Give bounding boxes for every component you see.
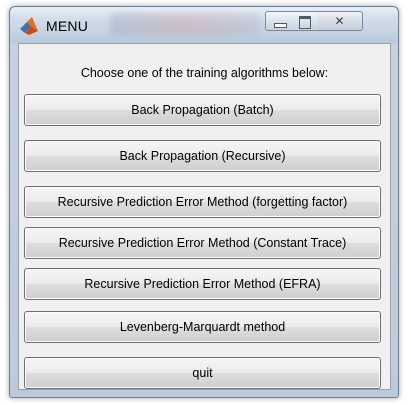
title-bar[interactable]: MENU ✕ [10,7,398,43]
levenberg-marquardt-button[interactable]: Levenberg-Marquardt method [24,311,381,343]
quit-button[interactable]: quit [24,357,381,389]
close-button[interactable]: ✕ [317,11,363,31]
maximize-icon [299,16,311,29]
rpem-forgetting-factor-button[interactable]: Recursive Prediction Error Method (forge… [24,186,381,218]
blurred-background [110,13,260,35]
back-propagation-recursive-button[interactable]: Back Propagation (Recursive) [24,140,381,172]
matlab-icon [20,17,38,35]
close-icon: ✕ [334,14,345,28]
back-propagation-batch-button[interactable]: Back Propagation (Batch) [24,94,381,126]
rpem-efra-button[interactable]: Recursive Prediction Error Method (EFRA) [24,268,381,300]
rpem-constant-trace-button[interactable]: Recursive Prediction Error Method (Const… [24,227,381,259]
menu-heading: Choose one of the training algorithms be… [80,66,329,80]
maximize-button[interactable] [292,11,318,31]
minimize-button[interactable] [265,11,293,31]
window-title: MENU [46,18,89,34]
minimize-icon [274,23,287,28]
